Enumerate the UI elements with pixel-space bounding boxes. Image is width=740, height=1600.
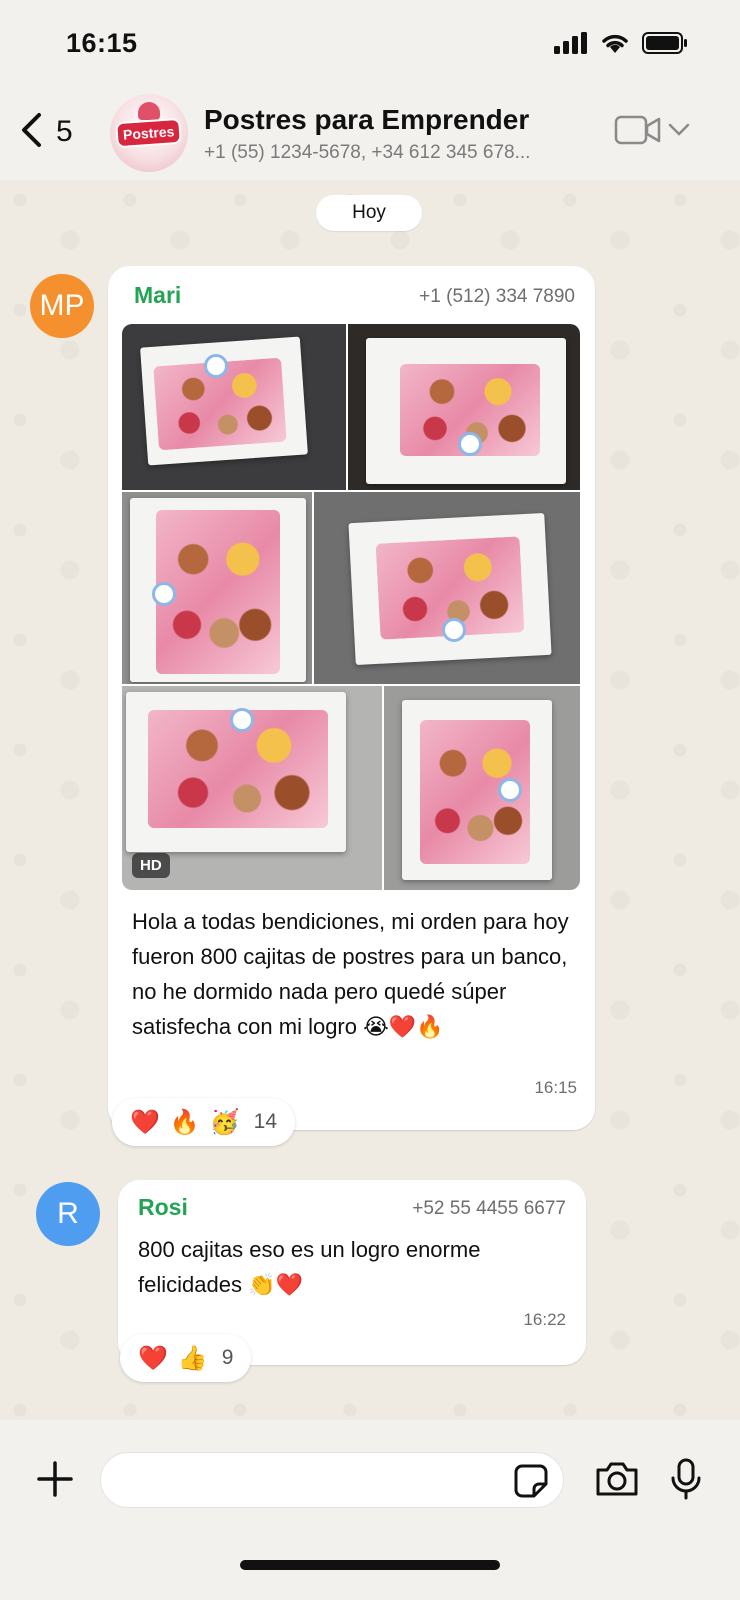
- chat-members[interactable]: +1 (55) 1234-5678, +34 612 345 678...: [204, 142, 530, 164]
- status-time: 16:15: [66, 28, 138, 58]
- battery-icon: [642, 32, 688, 59]
- message-time: 16:15: [534, 1078, 577, 1097]
- sender-name[interactable]: Rosi: [138, 1194, 188, 1221]
- album-photo[interactable]: [122, 492, 312, 684]
- status-bar: 16:15: [0, 0, 740, 90]
- reactions-bar[interactable]: ❤️ 🔥 🥳 14: [112, 1098, 296, 1146]
- camera-icon: [594, 1462, 640, 1502]
- chevron-left-icon: [20, 112, 42, 153]
- reaction-emoji: 🥳: [209, 1108, 240, 1136]
- sender-phone: +52 55 4455 6677: [412, 1198, 566, 1219]
- unread-count: 5: [56, 115, 73, 148]
- home-indicator[interactable]: [240, 1560, 500, 1570]
- back-button[interactable]: 5: [20, 108, 73, 156]
- chat-title[interactable]: Postres para Emprender: [204, 104, 529, 136]
- message-bubble[interactable]: Mari +1 (512) 334 7890 HD Hola a todas b…: [108, 266, 595, 1130]
- album-photo[interactable]: [314, 492, 580, 684]
- reactions-bar[interactable]: ❤️ 👍 9: [120, 1334, 252, 1382]
- dessert-icon: [138, 102, 160, 120]
- attach-button[interactable]: [36, 1460, 74, 1503]
- sender-avatar[interactable]: MP: [30, 274, 94, 338]
- composer-bar: [0, 1420, 740, 1600]
- chevron-down-icon: [668, 123, 690, 142]
- wifi-icon: [600, 32, 630, 59]
- hd-badge: HD: [132, 853, 170, 878]
- chat-header: 5 Postres Postres para Emprender +1 (55)…: [0, 90, 740, 180]
- album-photo[interactable]: [384, 686, 580, 890]
- group-avatar[interactable]: Postres: [110, 94, 188, 172]
- message-time: 16:22: [523, 1310, 566, 1329]
- voice-note-button[interactable]: [670, 1458, 702, 1505]
- microphone-icon: [670, 1458, 702, 1504]
- signal-icon: [554, 32, 588, 59]
- reaction-emoji: ❤️: [138, 1344, 168, 1372]
- reaction-emoji: 👍: [177, 1344, 208, 1372]
- sender-name[interactable]: Mari: [134, 282, 181, 309]
- status-icons: [554, 32, 688, 59]
- reaction-count: 9: [221, 1346, 234, 1369]
- group-avatar-label: Postres: [115, 117, 183, 149]
- sender-avatar[interactable]: R: [36, 1182, 100, 1246]
- message-text: Hola a todas bendiciones, mi orden para …: [132, 909, 569, 1039]
- sticker-icon: [514, 1464, 548, 1502]
- album-photo[interactable]: [122, 324, 346, 490]
- date-chip: Hoy: [316, 195, 422, 231]
- album-photo[interactable]: [348, 324, 580, 490]
- message-text: 800 cajitas eso es un logro enorme felic…: [138, 1237, 481, 1297]
- reaction-emoji: 🔥: [169, 1108, 200, 1136]
- video-camera-icon: [614, 114, 662, 151]
- reaction-emoji: ❤️: [130, 1108, 160, 1136]
- plus-icon: [36, 1461, 74, 1502]
- message-input[interactable]: [100, 1452, 564, 1508]
- photo-album[interactable]: HD: [122, 324, 580, 890]
- album-photo[interactable]: HD: [122, 686, 382, 890]
- sticker-button[interactable]: [514, 1464, 548, 1503]
- reaction-count: 14: [253, 1110, 278, 1133]
- sender-phone: +1 (512) 334 7890: [419, 286, 575, 307]
- camera-button[interactable]: [594, 1460, 640, 1503]
- video-call-button[interactable]: [614, 114, 690, 151]
